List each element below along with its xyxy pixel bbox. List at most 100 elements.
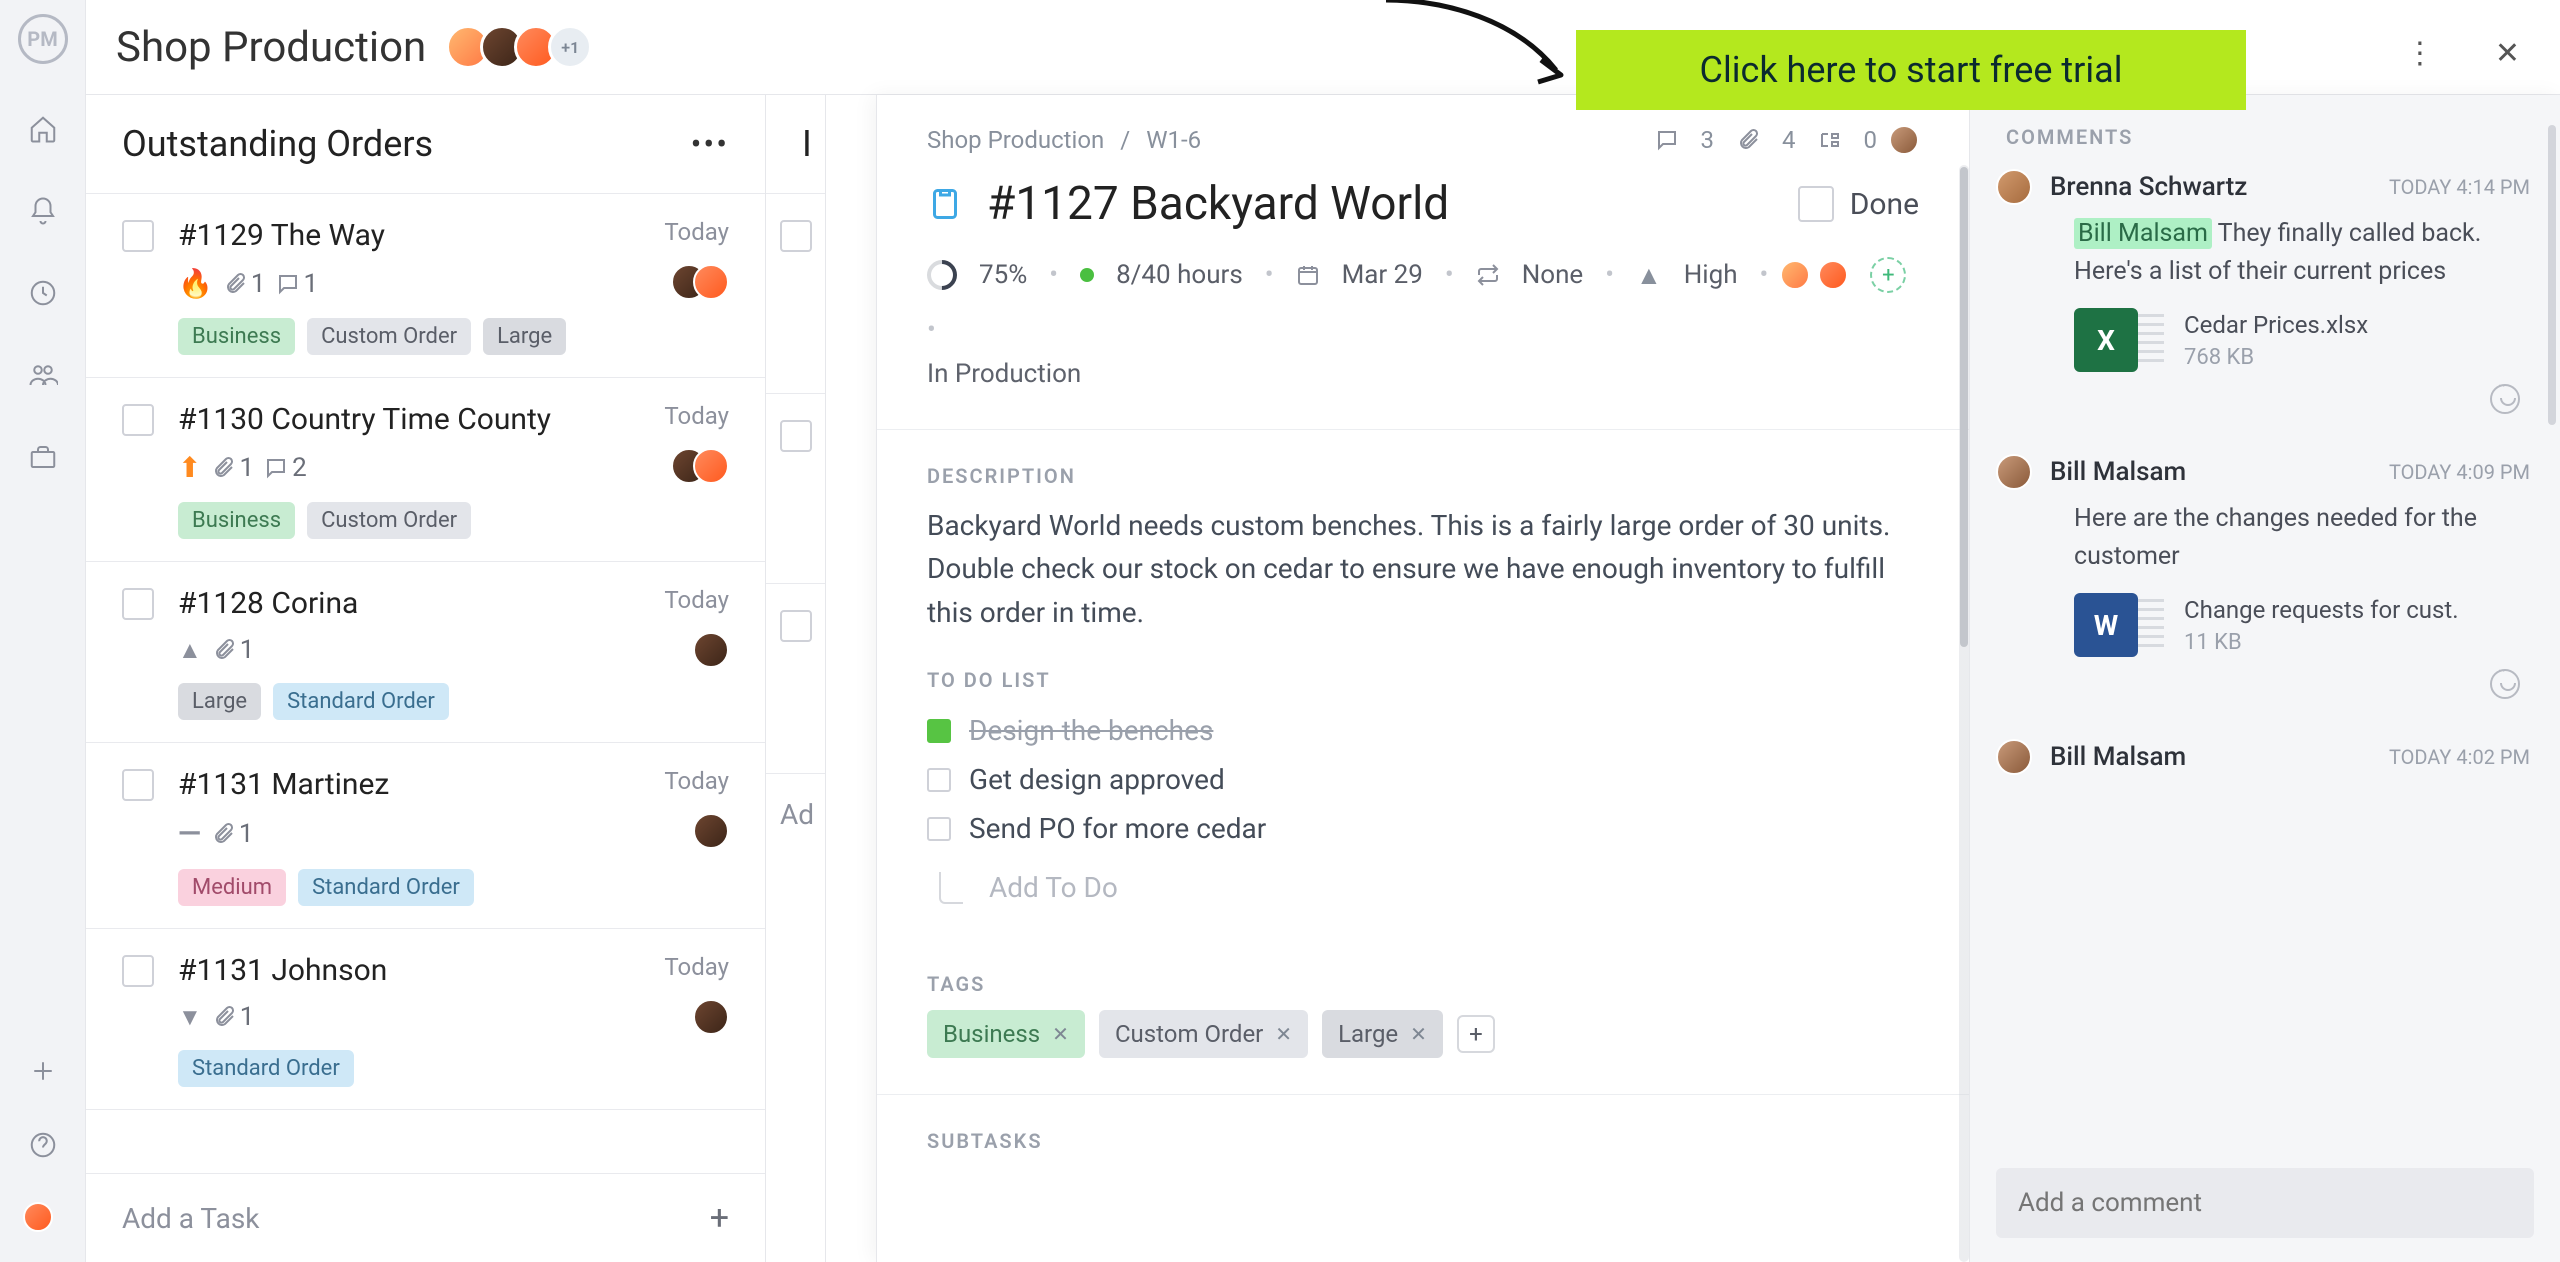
- recurrence-icon[interactable]: [1476, 263, 1500, 287]
- todo-item[interactable]: Get design approved: [927, 755, 1919, 804]
- tag[interactable]: Large: [178, 683, 261, 720]
- task-checkbox[interactable]: [122, 769, 154, 801]
- clock-icon[interactable]: [26, 276, 60, 310]
- tag[interactable]: Custom Order: [307, 502, 471, 539]
- comment-avatar[interactable]: [1996, 739, 2032, 775]
- task-card[interactable]: #1131 Johnson Today ▼ 1 Standard Order: [86, 928, 765, 1110]
- remove-tag-icon[interactable]: ✕: [1410, 1022, 1427, 1046]
- add-task-plus-icon[interactable]: +: [710, 1198, 729, 1238]
- task-status[interactable]: In Production: [877, 353, 1969, 419]
- todo-checkbox[interactable]: [927, 817, 951, 841]
- current-user-avatar[interactable]: [23, 1202, 53, 1232]
- comment-avatar[interactable]: [1996, 454, 2032, 490]
- comment: Brenna Schwartz TODAY 4:14 PM Bill Malsa…: [2006, 169, 2530, 414]
- task-card-date: Today: [664, 953, 729, 981]
- tag[interactable]: Standard Order: [178, 1050, 354, 1087]
- remove-tag-icon[interactable]: ✕: [1275, 1022, 1292, 1046]
- description-text[interactable]: Backyard World needs custom benches. Thi…: [877, 498, 1969, 644]
- comments-header: COMMENTS: [1970, 125, 2560, 169]
- task-assignees[interactable]: [703, 999, 729, 1035]
- done-label: Done: [1850, 187, 1919, 222]
- todo-checkbox[interactable]: [927, 768, 951, 792]
- mention[interactable]: Bill Malsam: [2074, 218, 2212, 249]
- task-checkbox[interactable]: [122, 220, 154, 252]
- people-icon[interactable]: [26, 358, 60, 392]
- tag[interactable]: Standard Order: [298, 869, 474, 906]
- scrollbar[interactable]: [2548, 125, 2556, 425]
- tag[interactable]: Large: [483, 318, 566, 355]
- tag[interactable]: Medium: [178, 869, 286, 906]
- todo-text: Send PO for more cedar: [969, 812, 1266, 845]
- add-assignee-button[interactable]: +: [1870, 257, 1906, 293]
- task-assignees[interactable]: [703, 813, 729, 849]
- done-checkbox[interactable]: [1798, 186, 1834, 222]
- tag[interactable]: Business: [178, 318, 295, 355]
- comment-author[interactable]: Bill Malsam: [2050, 457, 2186, 487]
- reaction-icon[interactable]: [2490, 669, 2520, 699]
- todo-text: Design the benches: [969, 714, 1213, 747]
- task-assignees[interactable]: [681, 264, 729, 300]
- calendar-icon[interactable]: [1296, 263, 1320, 287]
- tag[interactable]: Business: [178, 502, 295, 539]
- todo-header: TO DO LIST: [877, 644, 1969, 702]
- tag-chip[interactable]: Custom Order✕: [1099, 1010, 1308, 1058]
- priority-icon[interactable]: ▲: [1636, 260, 1662, 291]
- task-assignees[interactable]: [703, 632, 729, 668]
- task-card[interactable]: #1129 The Way Today 🔥 1 1 BusinessCustom…: [86, 193, 765, 377]
- remove-tag-icon[interactable]: ✕: [1052, 1022, 1069, 1046]
- comment-avatar[interactable]: [1996, 169, 2032, 205]
- app-logo[interactable]: PM: [18, 14, 68, 64]
- tag[interactable]: Custom Order: [307, 318, 471, 355]
- briefcase-icon[interactable]: [26, 440, 60, 474]
- nav-rail: PM: [0, 0, 86, 1262]
- priority-value[interactable]: High: [1684, 260, 1738, 290]
- more-menu-icon[interactable]: ⋮: [2405, 36, 2435, 71]
- task-checkbox[interactable]: [122, 588, 154, 620]
- attachment[interactable]: X Cedar Prices.xlsx768 KB: [2074, 308, 2530, 372]
- caret-up-icon: ▲: [178, 636, 202, 665]
- assignee-avatar[interactable]: [1818, 260, 1848, 290]
- column-menu-icon[interactable]: •••: [691, 125, 729, 163]
- task-card[interactable]: #1128 Corina Today ▲ 1 LargeStandard Ord…: [86, 561, 765, 742]
- breadcrumb-project[interactable]: Shop Production: [927, 126, 1104, 154]
- plus-icon[interactable]: [26, 1054, 60, 1088]
- task-owner-avatar[interactable]: [1889, 125, 1919, 155]
- task-card[interactable]: #1131 Martinez Today — 1 MediumStandard …: [86, 742, 765, 928]
- breadcrumb-task-id[interactable]: W1-6: [1146, 126, 1201, 154]
- file-size: 11 KB: [2184, 630, 2459, 655]
- add-tag-button[interactable]: +: [1457, 1015, 1495, 1053]
- project-members[interactable]: +1: [456, 25, 592, 69]
- todo-item[interactable]: Design the benches: [927, 706, 1919, 755]
- status-dot-icon: [1080, 268, 1094, 282]
- assignee-avatar[interactable]: [1780, 260, 1810, 290]
- add-todo-input[interactable]: Add To Do: [927, 861, 1919, 914]
- cta-banner[interactable]: Click here to start free trial: [1576, 30, 2246, 110]
- task-card-title: #1129 The Way: [178, 218, 385, 253]
- help-icon[interactable]: [26, 1128, 60, 1162]
- comment-count: 1: [276, 269, 319, 299]
- task-card[interactable]: #1130 Country Time County Today ⬆ 1 2 Bu…: [86, 377, 765, 561]
- comment-author[interactable]: Bill Malsam: [2050, 742, 2186, 772]
- todo-item[interactable]: Send PO for more cedar: [927, 804, 1919, 853]
- task-title[interactable]: #1127 Backyard World: [987, 177, 1449, 231]
- task-checkbox[interactable]: [122, 404, 154, 436]
- close-icon[interactable]: ✕: [2495, 36, 2520, 71]
- task-checkbox[interactable]: [122, 955, 154, 987]
- todo-checkbox[interactable]: [927, 719, 951, 743]
- tag-chip[interactable]: Business✕: [927, 1010, 1085, 1058]
- comment-input[interactable]: [1996, 1168, 2534, 1238]
- task-assignees[interactable]: [681, 448, 729, 484]
- attachment[interactable]: W Change requests for cust.11 KB: [2074, 593, 2530, 657]
- tag-chip[interactable]: Large✕: [1322, 1010, 1443, 1058]
- tags-header: TAGS: [877, 948, 1969, 1006]
- recurrence-value[interactable]: None: [1522, 260, 1584, 290]
- comment-author[interactable]: Brenna Schwartz: [2050, 172, 2247, 202]
- reaction-icon[interactable]: [2490, 384, 2520, 414]
- home-icon[interactable]: [26, 112, 60, 146]
- due-date[interactable]: Mar 29: [1342, 260, 1423, 290]
- bell-icon[interactable]: [26, 194, 60, 228]
- scrollbar[interactable]: [1960, 167, 1968, 647]
- progress-ring-icon[interactable]: [921, 254, 963, 296]
- tag[interactable]: Standard Order: [273, 683, 449, 720]
- add-task-input[interactable]: Add a Task +: [86, 1173, 765, 1262]
